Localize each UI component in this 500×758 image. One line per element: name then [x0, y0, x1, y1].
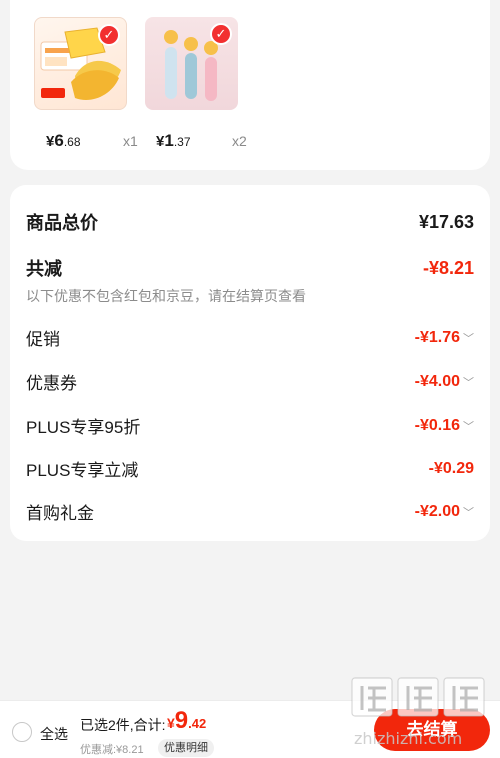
chevron-down-icon[interactable]: ﹀ [463, 333, 474, 345]
product-thumbnail-mango-banana[interactable]: ✓ [34, 17, 127, 110]
total-price-value: ¥17.63 [418, 211, 474, 232]
checkout-bar: 全选 已选2件,合计: ¥9.42 优惠减:¥8.21 优惠明细 去结算 [0, 700, 500, 758]
chevron-down-icon[interactable]: ﹀ [463, 507, 474, 519]
discount-row-first-purchase[interactable]: 首购礼金 -¥2.00 ﹀ [26, 499, 474, 524]
discount-row-plus-instant: PLUS专享立减 -¥0.29 [26, 459, 474, 481]
price-detail-card: 商品总价 ¥17.63 共减 -¥8.21 以下优惠不包含红包和京豆，请在结算页… [10, 185, 490, 541]
saved-amount: 优惠减:¥8.21 [80, 744, 144, 756]
selected-products-card: ✓ ✓ ¥6.68 x1 ¥1.37 x2 [10, 0, 490, 170]
total-discount-value: -¥8.21 [422, 257, 474, 278]
chevron-down-icon[interactable]: ﹀ [463, 377, 474, 389]
product-quantity: x2 [232, 133, 247, 149]
product-quantity: x1 [123, 133, 138, 149]
selected-check-icon[interactable]: ✓ [210, 23, 232, 45]
select-all-radio[interactable] [12, 722, 32, 742]
discount-row-plus-95[interactable]: PLUS专享95折 -¥0.16 ﹀ [26, 413, 474, 438]
select-all-label[interactable]: 全选 [40, 724, 68, 744]
selected-check-icon[interactable]: ✓ [98, 24, 120, 46]
total-discount-row: 共减 -¥8.21 [26, 255, 474, 281]
discount-row-coupon[interactable]: 优惠券 -¥4.00 ﹀ [26, 369, 474, 394]
product-thumbnail-hair-comb[interactable]: ✓ [145, 17, 238, 110]
grand-total: ¥9.42 [167, 707, 207, 734]
total-price-label: 商品总价 [26, 213, 98, 233]
discount-note: 以下优惠不包含红包和京豆，请在结算页查看 [26, 288, 306, 304]
total-price-row: 商品总价 ¥17.63 [26, 209, 474, 235]
checkout-button[interactable]: 去结算 [374, 709, 490, 751]
selection-summary: 已选2件,合计: [80, 717, 166, 733]
chevron-down-icon[interactable]: ﹀ [463, 421, 474, 433]
total-discount-label: 共减 [26, 259, 62, 279]
discount-detail-button[interactable]: 优惠明细 [158, 739, 214, 757]
product-price: ¥1.37 [156, 131, 191, 150]
product-price: ¥6.68 [46, 131, 81, 150]
discount-row-promotion[interactable]: 促销 -¥1.76 ﹀ [26, 325, 474, 350]
